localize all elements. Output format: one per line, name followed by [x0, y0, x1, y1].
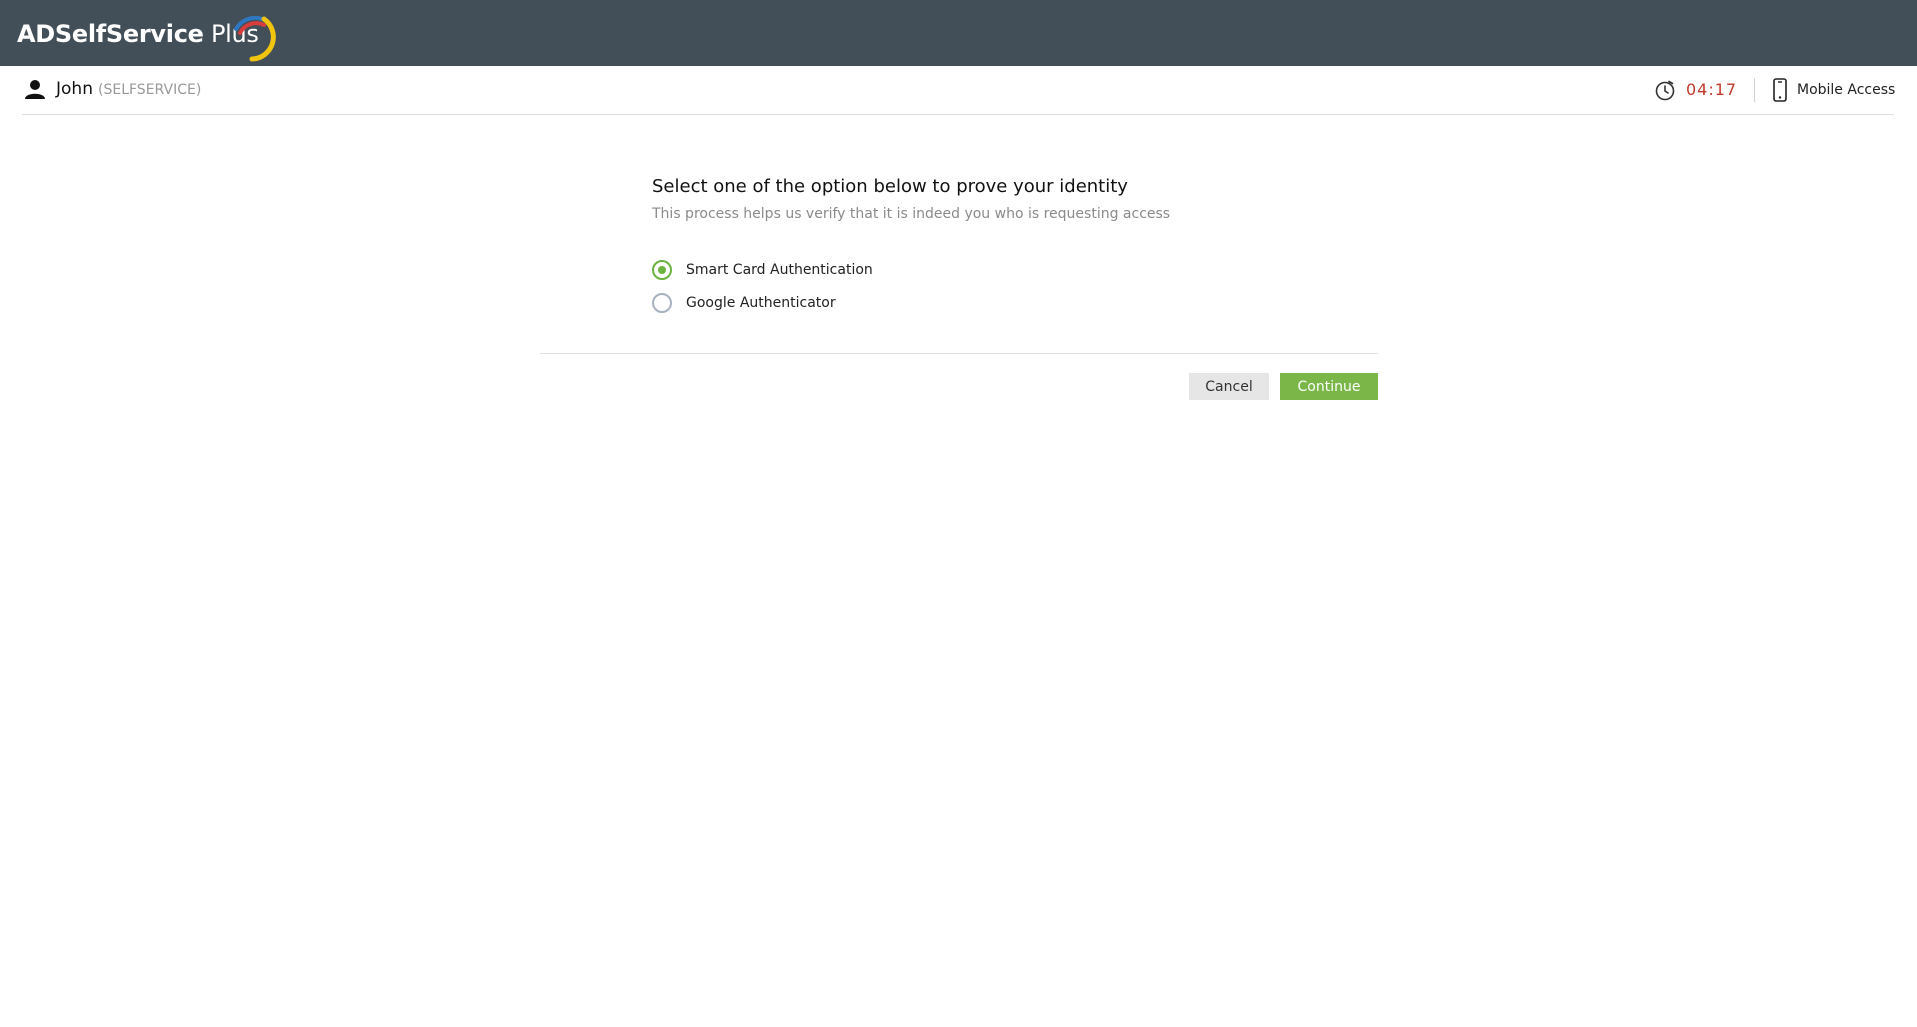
- option-google-authenticator[interactable]: Google Authenticator: [652, 291, 836, 315]
- option-smart-card[interactable]: Smart Card Authentication: [652, 258, 873, 282]
- user-name: John: [56, 79, 93, 99]
- continue-button[interactable]: Continue: [1280, 373, 1378, 400]
- divider: [540, 353, 1378, 354]
- user-domain: (SELFSERVICE): [98, 82, 202, 98]
- logo-arc-icon: [234, 15, 276, 62]
- radio-google-authenticator[interactable]: [652, 293, 672, 313]
- separator: [1754, 78, 1755, 102]
- clock-icon: [1655, 80, 1675, 101]
- user-icon: [25, 80, 45, 99]
- cancel-button[interactable]: Cancel: [1189, 373, 1269, 400]
- mobile-access-link[interactable]: Mobile Access: [1797, 82, 1895, 98]
- page-subtitle: This process helps us verify that it is …: [652, 206, 1171, 222]
- top-header: ADSelfService Plus: [0, 0, 1917, 66]
- option-label: Smart Card Authentication: [686, 262, 873, 278]
- radio-smart-card[interactable]: [652, 260, 672, 280]
- page-title: Select one of the option below to prove …: [652, 176, 1128, 197]
- identity-form: Select one of the option below to prove …: [540, 170, 1378, 410]
- option-label: Google Authenticator: [686, 295, 836, 311]
- phone-icon[interactable]: [1772, 78, 1788, 102]
- user-bar: John (SELFSERVICE) 04:17 Mobile Access: [22, 66, 1895, 115]
- session-timer: 04:17: [1686, 80, 1738, 99]
- product-logo[interactable]: ADSelfService Plus: [17, 12, 276, 62]
